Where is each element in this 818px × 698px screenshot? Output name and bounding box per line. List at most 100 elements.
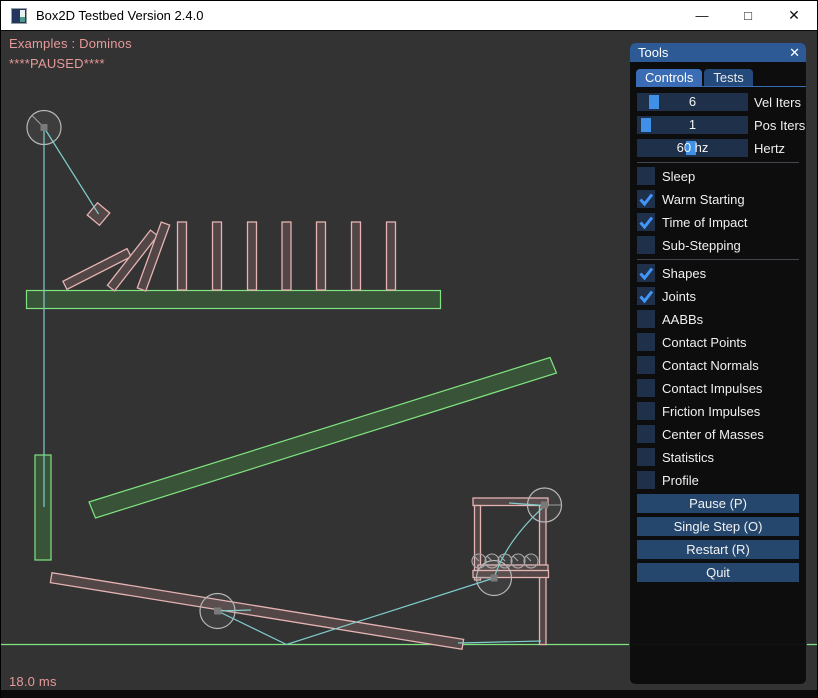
- anchor-square: [491, 575, 498, 582]
- checkbox-row-friction-impulses: Friction Impulses: [637, 402, 799, 420]
- slider-row-hertz: 60 hz Hertz: [637, 139, 799, 157]
- button-pause-p[interactable]: Pause (P): [637, 494, 799, 513]
- checkbox-row-shapes: Shapes: [637, 264, 799, 282]
- slider-hertz[interactable]: 60 hz: [637, 139, 748, 157]
- app-window: Examples : Dominos ****PAUSED**** 18.0 m…: [0, 0, 818, 698]
- upright-domino: [178, 222, 187, 290]
- checkbox-row-warm-starting: Warm Starting: [637, 190, 799, 208]
- slider-row-pos-iters: 1Pos Iters: [637, 116, 799, 134]
- checkbox-row-contact-impulses: Contact Impulses: [637, 379, 799, 397]
- checkbox-row-statistics: Statistics: [637, 448, 799, 466]
- checkbox-label: Sleep: [662, 169, 695, 184]
- checkbox-label: Center of Masses: [662, 427, 764, 442]
- slider-label: Vel Iters: [754, 95, 801, 110]
- upright-domino: [387, 222, 396, 290]
- check-mark-icon: [637, 213, 655, 231]
- tab-tests[interactable]: Tests: [704, 69, 752, 86]
- checkbox-friction-impulses[interactable]: [637, 402, 655, 420]
- checkbox-statistics[interactable]: [637, 448, 655, 466]
- checkbox-label: Shapes: [662, 266, 706, 281]
- checkbox-row-aabbs: AABBs: [637, 310, 799, 328]
- slider-pos-iters[interactable]: 1: [637, 116, 748, 134]
- checkbox-sleep[interactable]: [637, 167, 655, 185]
- checkbox-center-of-masses[interactable]: [637, 425, 655, 443]
- checkbox-warm-starting[interactable]: [637, 190, 655, 208]
- tools-panel-header[interactable]: Tools ✕: [630, 43, 806, 62]
- checkbox-label: Profile: [662, 473, 699, 488]
- checkbox-label: Contact Normals: [662, 358, 759, 373]
- checkbox-contact-points[interactable]: [637, 333, 655, 351]
- window-titlebar: Box2D Testbed Version 2.4.0 — □ ✕: [1, 0, 817, 31]
- anchor-square: [541, 502, 548, 509]
- checkbox-row-joints: Joints: [637, 287, 799, 305]
- button-quit[interactable]: Quit: [637, 563, 799, 582]
- checkbox-row-contact-normals: Contact Normals: [637, 356, 799, 374]
- checkbox-label: Contact Impulses: [662, 381, 762, 396]
- joint-line: [458, 641, 541, 643]
- tools-panel: Tools ✕ ControlsTests 6Vel Iters1Pos Ite…: [629, 42, 807, 685]
- slider-value: 60 hz: [637, 139, 748, 157]
- separator: [637, 162, 799, 163]
- checkbox-label: Time of Impact: [662, 215, 747, 230]
- frame-time-label: 18.0 ms: [9, 674, 57, 689]
- seesaw-plank: [50, 573, 463, 650]
- slider-value: 1: [637, 116, 748, 134]
- checkbox-row-time-of-impact: Time of Impact: [637, 213, 799, 231]
- checkbox-joints[interactable]: [637, 287, 655, 305]
- tools-panel-title: Tools: [638, 45, 789, 60]
- checkbox-row-sub-stepping: Sub-Stepping: [637, 236, 799, 254]
- checkbox-sub-stepping[interactable]: [637, 236, 655, 254]
- angled-plank: [89, 358, 557, 519]
- example-label: Examples : Dominos: [9, 36, 132, 51]
- checkbox-label: Friction Impulses: [662, 404, 760, 419]
- panel-body: 6Vel Iters1Pos Iters60 hzHertz SleepWarm…: [630, 87, 806, 582]
- anchor-square: [214, 608, 221, 615]
- checkbox-label: Warm Starting: [662, 192, 745, 207]
- window-bottom-edge: [1, 690, 817, 698]
- checkbox-label: Contact Points: [662, 335, 747, 350]
- slider-value: 6: [637, 93, 748, 111]
- slider-vel-iters[interactable]: 6: [637, 93, 748, 111]
- tab-controls[interactable]: Controls: [636, 69, 702, 86]
- upright-domino: [282, 222, 291, 290]
- checkbox-contact-normals[interactable]: [637, 356, 655, 374]
- upright-domino: [317, 222, 326, 290]
- slider-label: Pos Iters: [754, 118, 805, 133]
- tab-bar: ControlsTests: [636, 69, 806, 87]
- upright-domino: [213, 222, 222, 290]
- checkbox-row-profile: Profile: [637, 471, 799, 489]
- close-button[interactable]: ✕: [771, 1, 817, 30]
- vertical-plank: [35, 455, 51, 560]
- upright-domino: [352, 222, 361, 290]
- checkbox-label: Joints: [662, 289, 696, 304]
- minimize-button[interactable]: —: [679, 1, 725, 30]
- separator: [637, 259, 799, 260]
- domino-platform: [27, 291, 441, 309]
- checkbox-label: Sub-Stepping: [662, 238, 741, 253]
- check-mark-icon: [637, 190, 655, 208]
- check-mark-icon: [637, 287, 655, 305]
- paused-label: ****PAUSED****: [9, 56, 105, 71]
- checkbox-time-of-impact[interactable]: [637, 213, 655, 231]
- anchor-square: [41, 124, 48, 131]
- checkbox-row-sleep: Sleep: [637, 167, 799, 185]
- check-mark-icon: [637, 264, 655, 282]
- checkbox-label: AABBs: [662, 312, 703, 327]
- checkbox-shapes[interactable]: [637, 264, 655, 282]
- checkbox-label: Statistics: [662, 450, 714, 465]
- window-title: Box2D Testbed Version 2.4.0: [36, 8, 203, 23]
- maximize-button[interactable]: □: [725, 1, 771, 30]
- app-icon: [11, 8, 27, 24]
- button-single-step-o[interactable]: Single Step (O): [637, 517, 799, 536]
- checkbox-row-contact-points: Contact Points: [637, 333, 799, 351]
- panel-close-icon[interactable]: ✕: [789, 43, 800, 62]
- slider-row-vel-iters: 6 Vel Iters: [637, 93, 799, 111]
- upright-domino: [248, 222, 257, 290]
- slider-label: Hertz: [754, 141, 785, 156]
- button-restart-r[interactable]: Restart (R): [637, 540, 799, 559]
- checkbox-aabbs[interactable]: [637, 310, 655, 328]
- checkbox-row-center-of-masses: Center of Masses: [637, 425, 799, 443]
- checkbox-contact-impulses[interactable]: [637, 379, 655, 397]
- joint-line: [44, 128, 99, 215]
- checkbox-profile[interactable]: [637, 471, 655, 489]
